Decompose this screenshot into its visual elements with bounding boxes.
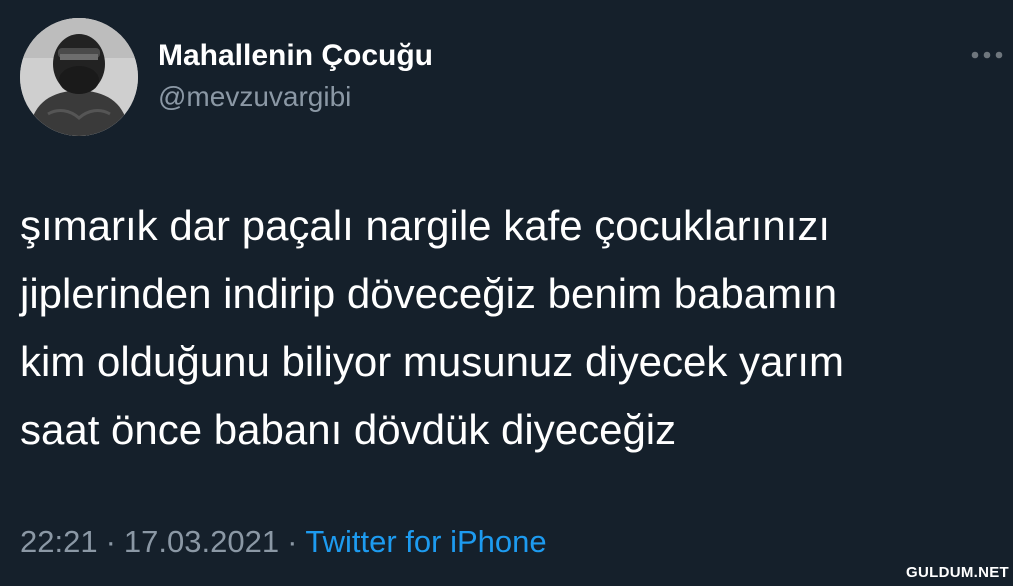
tweet-text: şımarık dar paçalı nargile kafe çocuklar… bbox=[20, 202, 845, 453]
tweet-source-link[interactable]: Twitter for iPhone bbox=[305, 524, 546, 559]
user-handle[interactable]: @mevzuvargibi bbox=[158, 80, 351, 114]
tweet-meta: 22:21 · 17.03.2021 · Twitter for iPhone bbox=[20, 522, 547, 562]
tweet-date[interactable]: 17.03.2021 bbox=[124, 524, 279, 559]
display-name[interactable]: Mahallenin Çocuğu bbox=[158, 38, 433, 74]
masked-person-avatar-image bbox=[20, 18, 138, 136]
meta-separator: · bbox=[105, 524, 116, 559]
tweet-time[interactable]: 22:21 bbox=[20, 524, 98, 559]
watermark: GULDUM.NET bbox=[906, 564, 1009, 581]
avatar[interactable] bbox=[20, 18, 138, 136]
more-options-button[interactable] bbox=[964, 40, 1010, 70]
tweet-card: Mahallenin Çocuğu @mevzuvargibi şımarık … bbox=[0, 0, 1013, 586]
more-horizontal-icon bbox=[971, 51, 1003, 59]
meta-separator: · bbox=[287, 524, 298, 559]
